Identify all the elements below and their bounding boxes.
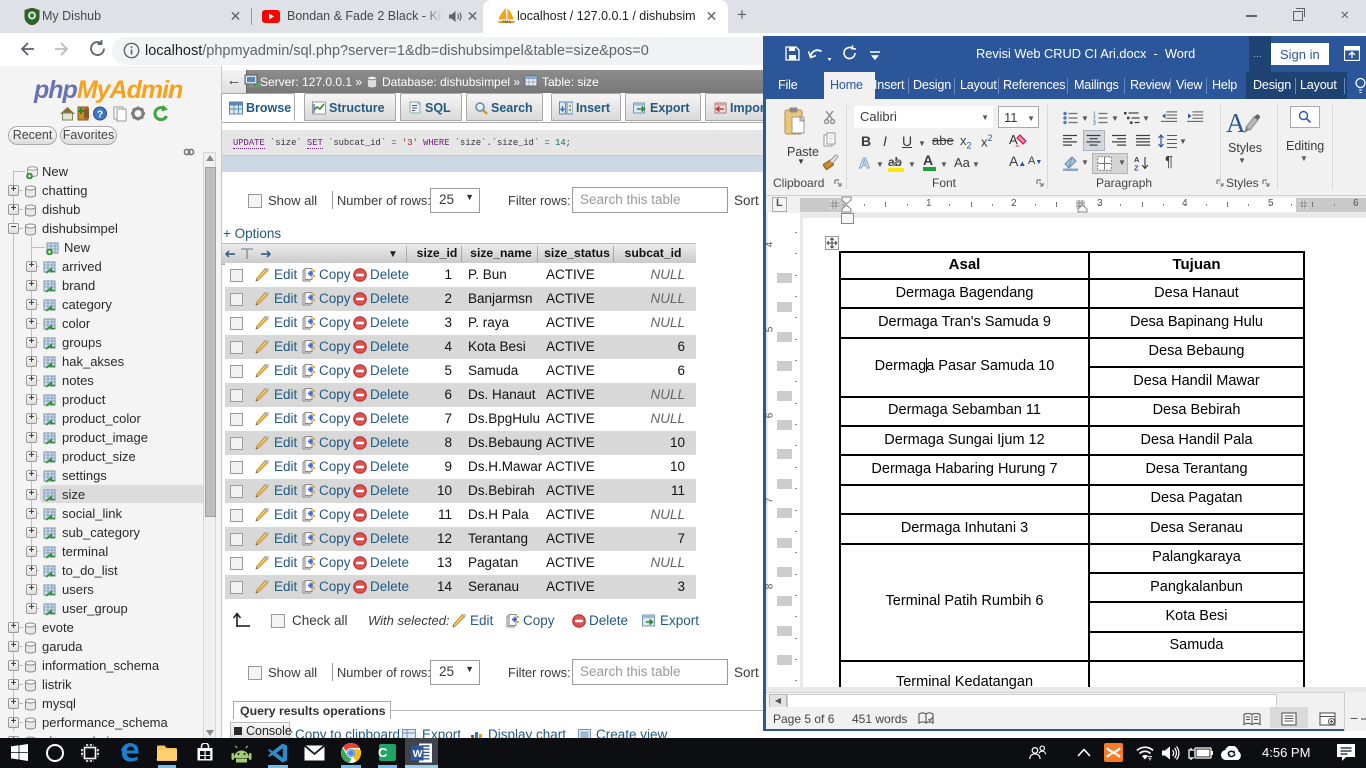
svg-text:A: A [1226, 108, 1246, 137]
svg-text:Z: Z [1134, 164, 1139, 172]
svg-text:W: W [413, 748, 423, 760]
svg-text:A: A [859, 155, 870, 171]
svg-text:?: ? [97, 110, 103, 121]
svg-text:PMA: PMA [502, 19, 511, 24]
svg-text:3: 3 [1093, 121, 1096, 125]
